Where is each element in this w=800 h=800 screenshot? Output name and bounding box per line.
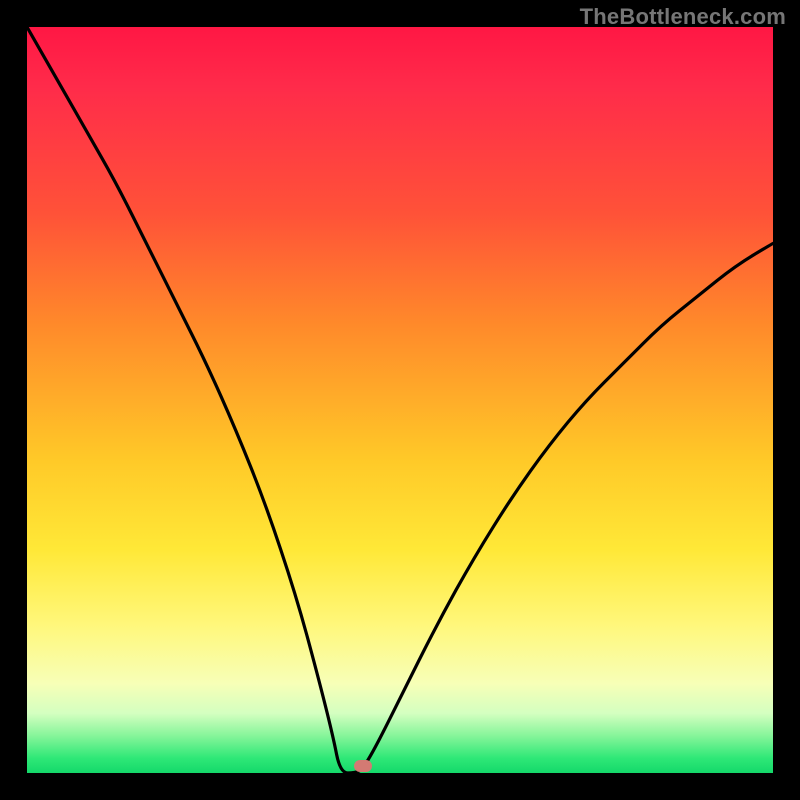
bottleneck-curve	[27, 27, 773, 773]
plot-area	[27, 27, 773, 773]
watermark-text: TheBottleneck.com	[580, 4, 786, 30]
chart-frame: TheBottleneck.com	[0, 0, 800, 800]
optimum-marker	[354, 760, 372, 772]
